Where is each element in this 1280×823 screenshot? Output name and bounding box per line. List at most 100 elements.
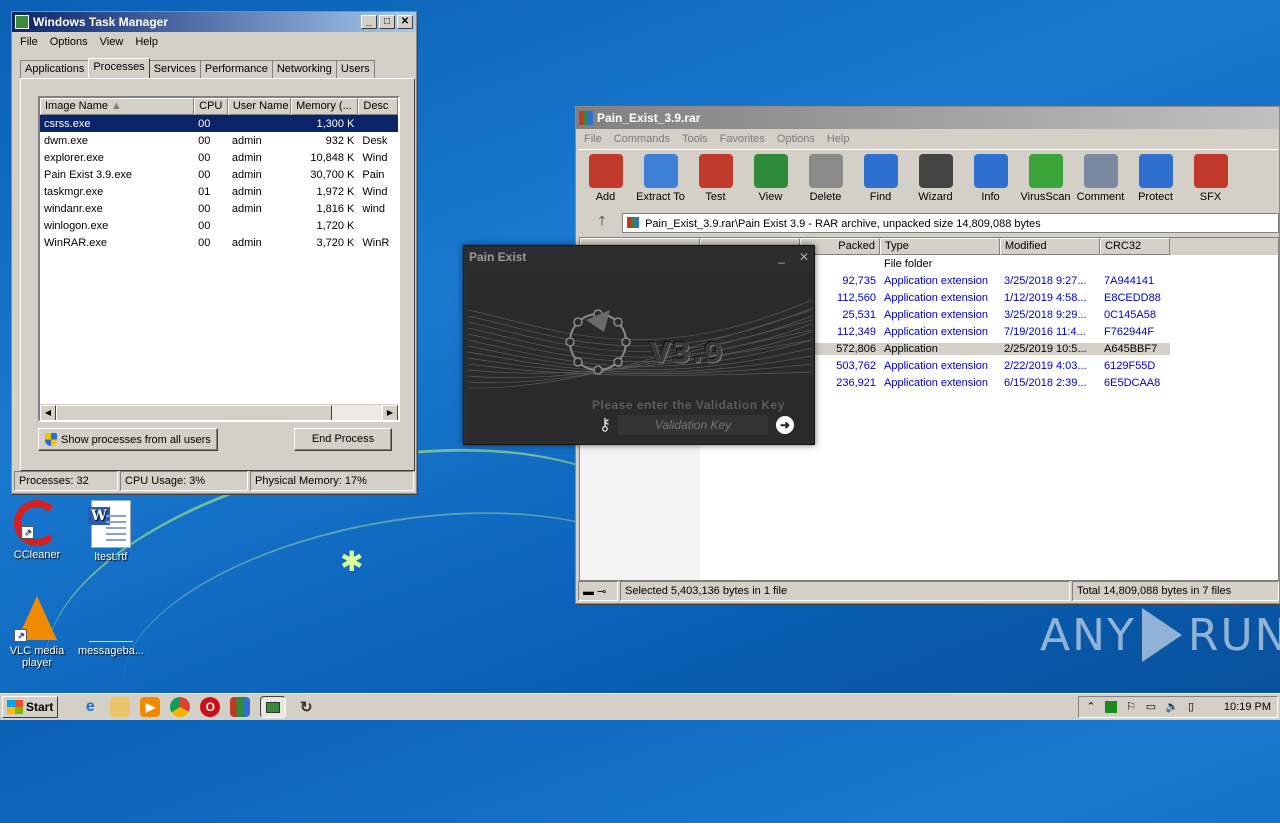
maximize-button[interactable]: □ [379,15,395,29]
winrar-taskbar-icon[interactable] [230,697,251,717]
menu-view[interactable]: View [94,36,130,48]
column-cpu[interactable]: CPU [194,98,228,115]
watermark-left-text: ANY [1040,609,1136,661]
show-hidden-icons-icon[interactable]: ⌃ [1085,701,1097,713]
minimize-button[interactable]: _ [778,250,785,264]
desktop-icon-messagebox[interactable]: messageba... [76,596,146,657]
ccleaner-icon: ↗ [14,500,60,546]
column-description[interactable]: Desc [358,98,398,115]
menu-help[interactable]: Help [129,36,164,48]
file-type: File folder [884,257,933,270]
taskbar: Start e ▶ O ↻ ⌃ ⚐ ▭ 🔈 ▯ 10:19 PM [0,693,1280,720]
process-row[interactable]: dwm.exe 00 admin 932 K Desk [40,132,398,149]
close-button[interactable]: ✕ [799,250,809,264]
tab-processes[interactable]: Processes [88,58,150,78]
process-row[interactable]: WinRAR.exe 00 admin 3,720 K WinR [40,234,398,251]
task-manager-taskbar-icon[interactable] [260,696,287,718]
column-type[interactable]: Type [880,238,1000,255]
scroll-thumb[interactable] [56,405,332,420]
column-modified[interactable]: Modified [1000,238,1100,255]
column-user-name[interactable]: User Name [227,98,292,115]
status-cpu-usage: CPU Usage: 3% [120,471,248,491]
start-button[interactable]: Start [2,696,59,718]
tab-services[interactable]: Services [148,60,201,78]
process-list[interactable]: Image Name ▲ CPU User Name Memory (... D… [38,96,400,422]
process-row[interactable]: windanr.exe 00 admin 1,816 K wind [40,200,398,217]
validation-key-input[interactable] [618,415,768,435]
process-row[interactable]: Pain Exist 3.9.exe 00 admin 30,700 K Pain [40,166,398,183]
minimize-button[interactable]: _ [361,15,377,29]
toolbar-delete-button[interactable]: Delete [798,150,853,209]
process-row[interactable]: explorer.exe 00 admin 10,848 K Wind [40,149,398,166]
column-memory[interactable]: Memory (... [291,98,359,115]
file-explorer-icon[interactable] [110,697,131,717]
scroll-right-button[interactable]: ▶ [382,405,398,420]
desktop-icon-ccleaner[interactable]: ↗ CCleaner [2,500,72,561]
desktop-icon-vlc[interactable]: ↗ VLC media player [2,596,72,669]
process-description: wind [362,202,385,215]
process-cpu: 00 [198,168,211,181]
toolbar-add-button[interactable]: Add [578,150,633,209]
internet-explorer-icon[interactable]: e [80,697,100,717]
toolbar-virusscan-button[interactable]: VirusScan [1018,150,1073,209]
tab-applications[interactable]: Applications [20,60,90,78]
toolbar-comment-button[interactable]: Comment [1073,150,1128,209]
archive-path[interactable]: Pain_Exist_3.9.rar\Pain Exist 3.9 - RAR … [622,213,1279,233]
power-icon[interactable]: ▯ [1185,701,1197,713]
task-manager-window[interactable]: Windows Task Manager _ □ ✕ File Options … [11,11,417,494]
pain-exist-taskbar-icon[interactable]: ↻ [296,697,316,717]
menu-tools[interactable]: Tools [676,133,714,145]
process-row[interactable]: winlogon.exe 00 1,720 K [40,217,398,234]
toolbar-protect-button[interactable]: Protect [1128,150,1183,209]
menu-favorites[interactable]: Favorites [714,133,771,145]
up-arrow-icon[interactable]: 🡑 [582,212,622,234]
toolbar-find-button[interactable]: Find [853,150,908,209]
action-center-flag-icon[interactable]: ⚐ [1125,701,1137,713]
scroll-left-button[interactable]: ◀ [40,405,56,420]
menu-options[interactable]: Options [44,36,94,48]
menu-help[interactable]: Help [821,133,856,145]
network-icon[interactable]: ▭ [1145,701,1157,713]
toolbar-wizard-button[interactable]: Wizard [908,150,963,209]
tab-networking[interactable]: Networking [271,60,337,78]
toolbar-extract-to-button[interactable]: Extract To [633,150,688,209]
process-user: admin [231,185,262,198]
toolbar-sfx-button[interactable]: SFX [1183,150,1238,209]
process-row[interactable]: csrss.exe 00 1,300 K [40,115,398,132]
menu-options[interactable]: Options [771,133,821,145]
process-memory: 3,720 K [316,236,355,249]
menu-commands[interactable]: Commands [608,133,676,145]
winrar-titlebar[interactable]: Pain_Exist_3.9.rar [576,107,1279,129]
toolbar-view-button[interactable]: View [743,150,798,209]
start-label: Start [26,700,54,714]
menu-file[interactable]: File [14,36,44,48]
version-text: V3.9 [649,336,725,369]
window-title: Pain_Exist_3.9.rar [597,111,701,125]
process-user: admin [231,134,262,147]
column-image-name[interactable]: Image Name ▲ [40,98,195,115]
chrome-icon[interactable] [170,697,191,717]
process-row[interactable]: taskmgr.exe 01 admin 1,972 K Wind [40,183,398,200]
volume-icon[interactable]: 🔈 [1165,701,1179,713]
close-button[interactable]: ✕ [397,15,413,29]
clock[interactable]: 10:19 PM [1224,701,1271,713]
tab-users[interactable]: Users [335,60,375,78]
toolbar-info-button[interactable]: Info [963,150,1018,209]
tab-performance[interactable]: Performance [199,60,273,78]
end-process-button[interactable]: End Process [294,428,392,451]
pain-exist-window[interactable]: Pain Exist _ ✕ V3.9 Please enter the Val… [463,245,815,445]
network-status-icon[interactable] [1105,701,1117,713]
toolbar-test-button[interactable]: Test [688,150,743,209]
pain-exist-titlebar[interactable]: Pain Exist _ ✕ [464,246,814,268]
toolbar-label: Test [705,191,726,203]
show-all-processes-button[interactable]: Show processes from all users [38,428,218,451]
media-player-icon[interactable]: ▶ [140,697,161,717]
desktop-icon-ltest-rtf[interactable]: W ltest.rtf [76,500,146,563]
menu-file[interactable]: File [578,133,608,145]
submit-arrow-button[interactable]: ➜ [776,416,794,434]
opera-icon[interactable]: O [200,697,221,717]
process-name: csrss.exe [44,117,91,130]
horizontal-scrollbar[interactable]: ◀ ▶ [40,404,398,420]
task-manager-titlebar[interactable]: Windows Task Manager _ □ ✕ [12,12,416,32]
column-crc32[interactable]: CRC32 [1100,238,1170,255]
